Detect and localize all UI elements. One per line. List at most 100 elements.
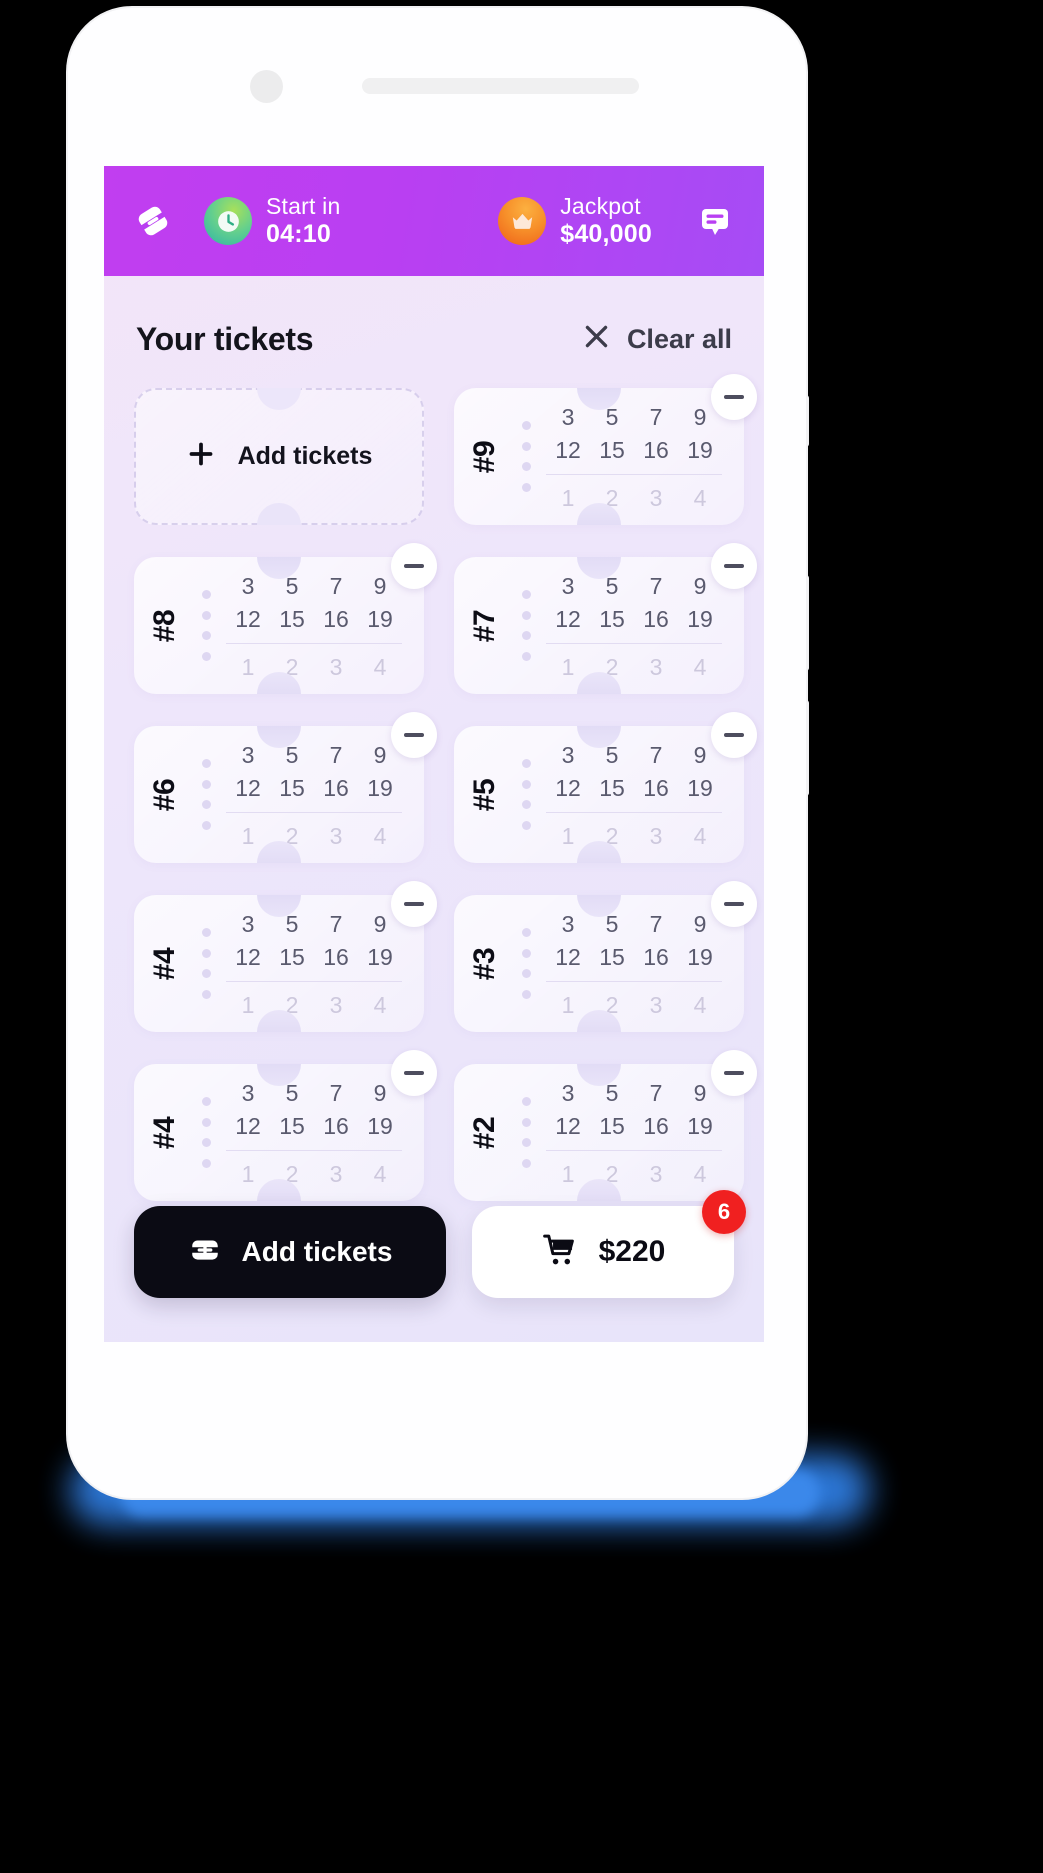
ticket-number-cell: 15 [599, 436, 625, 463]
jackpot-stat: Jackpot $40,000 [498, 193, 652, 248]
ticket-card[interactable]: #9 3 5 7 9 12 15 16 19 1 2 3 4 [454, 388, 744, 525]
ticket-number-row: 3579 [546, 401, 722, 434]
ticket-number-cell: 3 [561, 741, 575, 768]
ticket-number-row: 1 2 3 4 [226, 811, 402, 853]
ticket-number-cell: 15 [599, 774, 625, 801]
ticket-number: #4 [148, 1116, 181, 1149]
tickets-header-row: Your tickets Clear all [134, 276, 734, 388]
ticket-card[interactable]: #3 3 5 7 9 12 15 16 19 1 2 3 4 [454, 895, 744, 1032]
ticket-number-cell: 3 [649, 653, 663, 680]
ticket-number-cell: 4 [693, 653, 707, 680]
ticket-card[interactable]: #6 3 5 7 9 12 15 16 19 1 2 3 4 [134, 726, 424, 863]
ticket-number: #5 [468, 778, 501, 811]
ticket-number-row: 12 15 16 19 [546, 434, 722, 467]
countdown-label: Start in [266, 193, 341, 220]
ticket-number-cell: 3 [649, 1160, 663, 1187]
ticket-card[interactable]: #5 3 5 7 9 12 15 16 19 1 2 3 4 [454, 726, 744, 863]
cart-button[interactable]: $220 6 [472, 1190, 746, 1298]
countdown-value: 04:10 [266, 219, 331, 248]
remove-ticket-button[interactable] [711, 712, 757, 758]
ticket-number-cell: 3 [561, 572, 575, 599]
ticket-number-row: 12 15 16 19 [546, 772, 722, 805]
ticket-number-cell: 15 [599, 1112, 625, 1139]
ticket-number-cell: 2 [605, 991, 619, 1018]
ticket-number-cell: 5 [605, 1079, 619, 1106]
ticket-number: #4 [148, 947, 181, 980]
chat-bubble-icon[interactable] [692, 198, 738, 244]
remove-ticket-button[interactable] [711, 374, 757, 420]
ticket-card[interactable]: #4 3 5 7 9 12 15 16 19 1 2 3 4 [134, 895, 424, 1032]
ticket-card-wrapper: #7 3 5 7 9 12 15 16 19 1 2 3 4 [454, 543, 757, 694]
ticket-number-cell: 1 [241, 1160, 255, 1187]
ticket-number-cell: 12 [555, 774, 581, 801]
minus-circle-icon [404, 902, 424, 906]
ticket-perforation [196, 1064, 216, 1201]
ticket-number-cell: 7 [649, 1079, 663, 1106]
ticket-number-cell: 19 [687, 1112, 713, 1139]
ticket-number-row: 1 2 3 4 [546, 473, 722, 515]
ticket-number-cell: 16 [643, 436, 669, 463]
ticket-number-cell: 5 [605, 403, 619, 430]
ticket-number-row: 12 15 16 19 [546, 603, 722, 636]
ticket-numbers: 3 5 7 9 12 15 16 19 1 2 3 4 [216, 726, 424, 863]
ticket-number-cell: 5 [285, 741, 299, 768]
add-tickets-button[interactable]: Add tickets [134, 1206, 446, 1298]
app-screen: Start in 04:10 Jackpot $40,000 Your tick… [104, 166, 764, 1342]
ticket-number-cell: 16 [323, 943, 349, 970]
add-tickets-card[interactable]: Add tickets [134, 388, 424, 525]
ticket-number-cell: 19 [687, 605, 713, 632]
ticket-numbers: 3 5 7 9 12 15 16 19 1 2 3 4 [216, 895, 424, 1032]
ticket-number-row: 3579 [226, 908, 402, 941]
ticket-number-cell: 16 [323, 774, 349, 801]
ticket-number-cell: 1 [561, 484, 575, 511]
remove-ticket-button[interactable] [711, 881, 757, 927]
ticket-number-cell: 3 [241, 1079, 255, 1106]
ticket-number: #2 [468, 1116, 501, 1149]
ticket-card[interactable]: #2 3 5 7 9 12 15 16 19 1 2 3 4 [454, 1064, 744, 1201]
countdown-stat: Start in 04:10 [204, 193, 341, 248]
ticket-number-cell: 3 [561, 910, 575, 937]
ticket-number-cell: 7 [649, 741, 663, 768]
ticket-card[interactable]: #7 3 5 7 9 12 15 16 19 1 2 3 4 [454, 557, 744, 694]
ticket-card-wrapper: #3 3 5 7 9 12 15 16 19 1 2 3 4 [454, 881, 757, 1032]
ticket-number-cell: 3 [329, 822, 343, 849]
clear-all-button[interactable]: Clear all [580, 320, 732, 358]
minus-circle-icon [724, 1071, 744, 1075]
ticket-number-cell: 3 [329, 991, 343, 1018]
ticket-number-row: 1 2 3 4 [546, 980, 722, 1022]
ticket-card[interactable]: #8 3 5 7 9 12 15 16 19 1 2 3 4 [134, 557, 424, 694]
ticket-number-cell: 12 [235, 1112, 261, 1139]
ticket-number-cell: 2 [605, 484, 619, 511]
ticket-number-cell: 5 [605, 910, 619, 937]
ticket-number-cell: 15 [279, 943, 305, 970]
ticket-number-cell: 1 [561, 822, 575, 849]
ticket-number-cell: 2 [605, 822, 619, 849]
ticket-number-cell: 4 [693, 822, 707, 849]
ticket-number-row: 3579 [226, 570, 402, 603]
ticket-number-cell: 12 [235, 774, 261, 801]
ticket-icon[interactable] [130, 198, 176, 244]
remove-ticket-button[interactable] [391, 1050, 437, 1096]
ticket-perforation [196, 895, 216, 1032]
remove-ticket-button[interactable] [391, 712, 437, 758]
ticket-number-cell: 1 [241, 822, 255, 849]
ticket-number-cell: 3 [649, 484, 663, 511]
ticket-card-wrapper: #2 3 5 7 9 12 15 16 19 1 2 3 4 [454, 1050, 757, 1201]
ticket-number-cell: 1 [561, 991, 575, 1018]
ticket-card-wrapper: #9 3 5 7 9 12 15 16 19 1 2 3 4 [454, 374, 757, 525]
cart-price: $220 [598, 1235, 666, 1268]
remove-ticket-button[interactable] [391, 881, 437, 927]
remove-ticket-button[interactable] [711, 1050, 757, 1096]
ticket-perforation [516, 726, 536, 863]
ticket-number-cell: 7 [649, 910, 663, 937]
ticket-number-row: 3579 [546, 739, 722, 772]
remove-ticket-button[interactable] [711, 543, 757, 589]
ticket-card[interactable]: #4 3 5 7 9 12 15 16 19 1 2 3 4 [134, 1064, 424, 1201]
ticket-number-row: 12 15 16 19 [546, 941, 722, 974]
ticket-number-row: 3579 [546, 908, 722, 941]
ticket-number-cell: 15 [599, 605, 625, 632]
ticket-number-cell: 16 [643, 774, 669, 801]
ticket-number-cell: 12 [555, 605, 581, 632]
remove-ticket-button[interactable] [391, 543, 437, 589]
ticket-number-cell: 2 [285, 1160, 299, 1187]
